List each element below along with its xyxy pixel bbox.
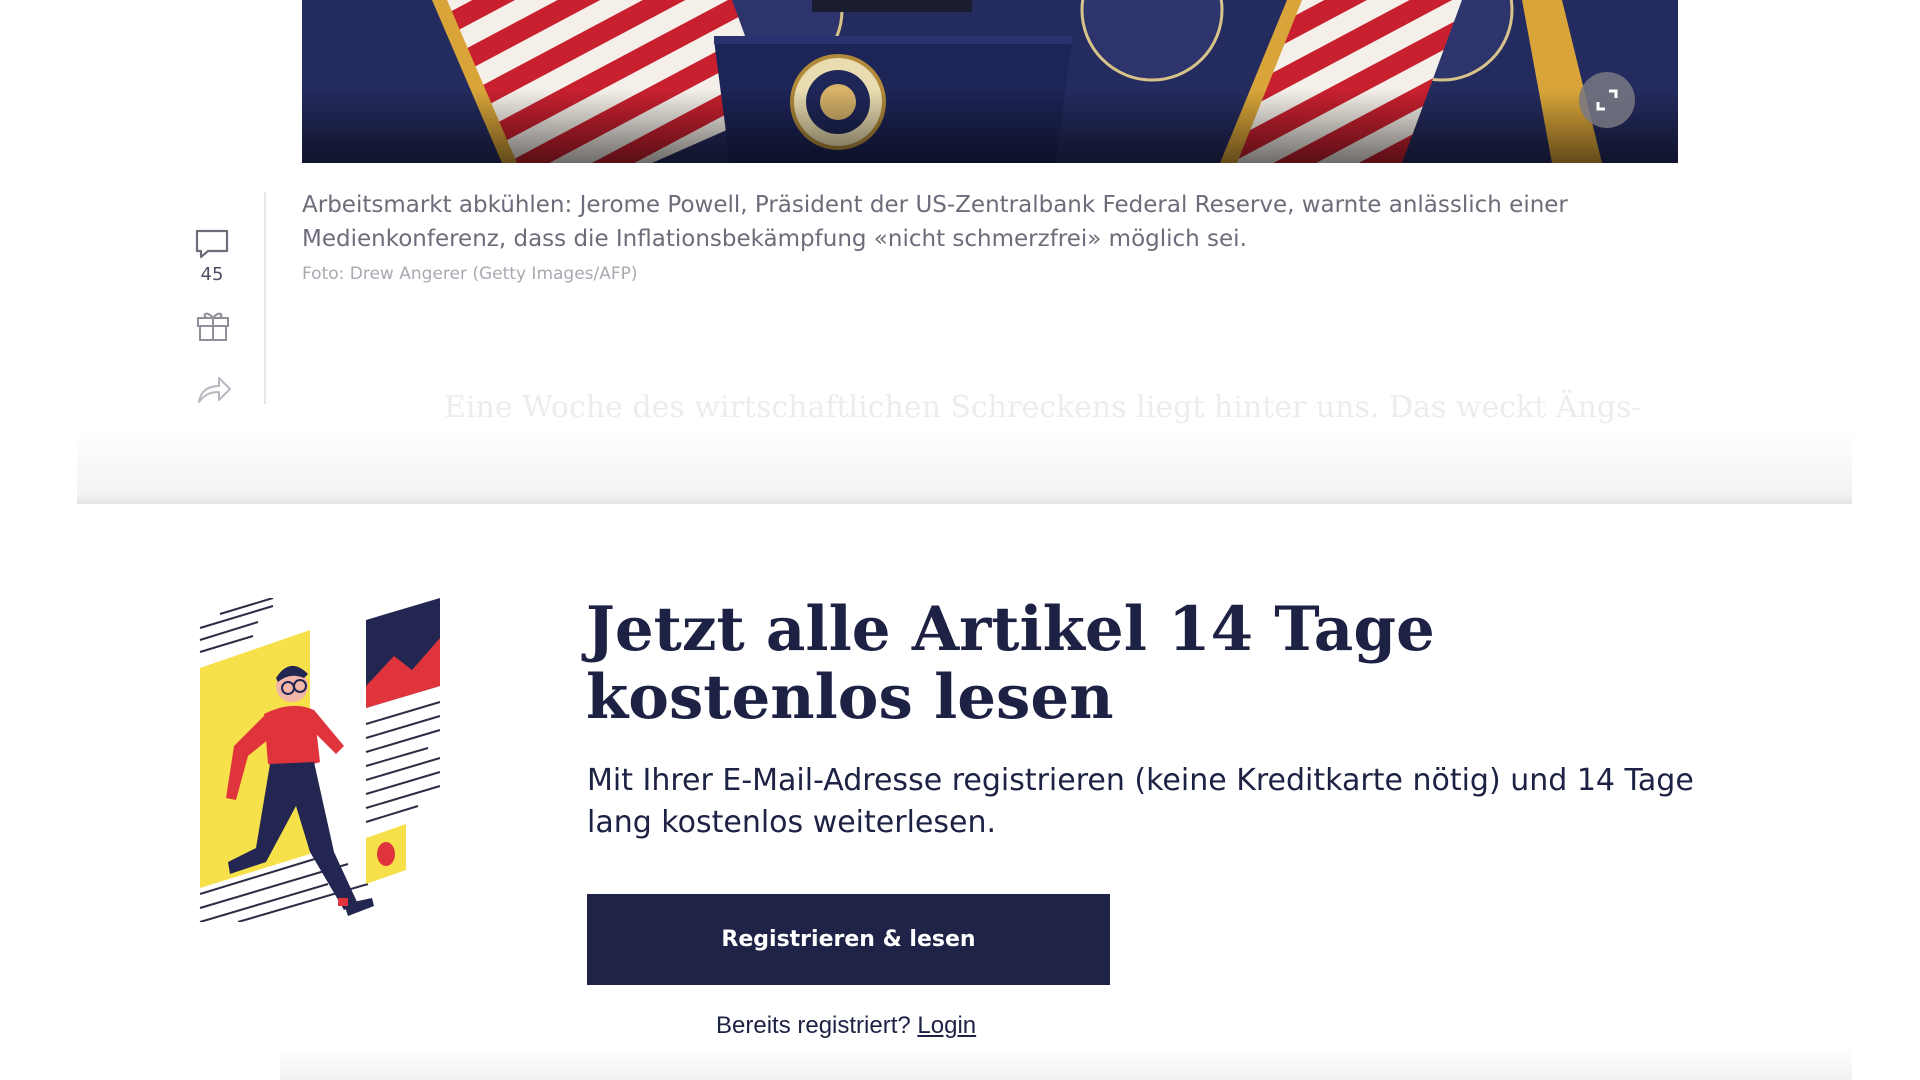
expand-image-button[interactable]: [1579, 72, 1635, 128]
paywall-description: Mit Ihrer E-Mail-Adresse registrieren (k…: [587, 763, 1694, 840]
paywall-fade: [77, 430, 1852, 504]
photo-credit: Foto: Drew Angerer (Getty Images/AFP): [302, 264, 638, 284]
comment-count: 45: [200, 264, 224, 285]
expand-icon: [1596, 89, 1618, 111]
press-conference-photo: [302, 0, 1678, 163]
comment-icon: [195, 229, 229, 259]
reader-illustration: [199, 598, 441, 922]
image-caption: Arbeitsmarkt abkühlen: Jerome Powell, Pr…: [302, 192, 1568, 252]
rail-divider: [264, 192, 266, 404]
login-row: Bereits registriert? Login: [716, 1012, 976, 1040]
login-link[interactable]: Login: [917, 1012, 976, 1039]
article-hero-image: [302, 0, 1678, 163]
paywall-bottom-shadow: [280, 1048, 1852, 1080]
comments-button[interactable]: 45: [194, 228, 230, 285]
gift-article-button[interactable]: [196, 308, 230, 342]
share-button[interactable]: [196, 372, 232, 404]
register-button[interactable]: Registrieren & lesen: [587, 894, 1110, 985]
login-prompt: Bereits registriert?: [716, 1012, 911, 1039]
gift-icon: [197, 312, 229, 341]
article-teaser-faded: Eine Woche des wirtschaftlichen Schrecke…: [444, 390, 1642, 425]
share-icon: [198, 377, 231, 403]
paywall-title: Jetzt alle Artikel 14 Tage kostenlos les…: [586, 594, 1435, 733]
